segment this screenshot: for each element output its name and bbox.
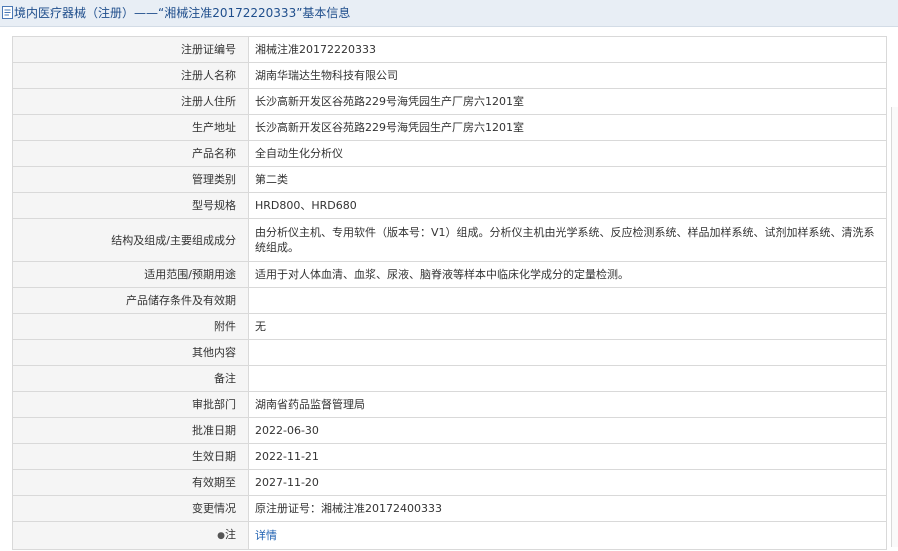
row-label: 产品名称: [12, 140, 249, 167]
table-row: 变更情况 原注册证号：湘械注准20172400333: [12, 495, 887, 522]
row-label: 生效日期: [12, 443, 249, 470]
row-label: 生产地址: [12, 114, 249, 141]
info-table: 注册证编号 湘械注准20172220333 注册人名称 湖南华瑞达生物科技有限公司 注册…: [12, 36, 887, 550]
note-label: 注: [225, 528, 236, 541]
row-label: 有效期至: [12, 469, 249, 496]
row-value: [248, 365, 887, 392]
row-label: 结构及组成/主要组成成分: [12, 218, 249, 262]
table-row: 产品名称 全自动生化分析仪: [12, 140, 887, 167]
row-label: 管理类别: [12, 166, 249, 193]
row-value: 2022-06-30: [248, 417, 887, 444]
table-row: 备注: [12, 365, 887, 392]
table-row: 有效期至 2027-11-20: [12, 469, 887, 496]
row-value: 湖南华瑞达生物科技有限公司: [248, 62, 887, 89]
row-value: 长沙高新开发区谷苑路229号海凭园生产厂房六1201室: [248, 114, 887, 141]
scrollbar[interactable]: [891, 107, 898, 547]
row-label: 批准日期: [12, 417, 249, 444]
details-link[interactable]: 详情: [255, 529, 277, 542]
row-label: 变更情况: [12, 495, 249, 522]
table-row: 批准日期 2022-06-30: [12, 417, 887, 444]
row-value: [248, 287, 887, 314]
table-row: 生产地址 长沙高新开发区谷苑路229号海凭园生产厂房六1201室: [12, 114, 887, 141]
table-row: 适用范围/预期用途 适用于对人体血清、血浆、尿液、脑脊液等样本中临床化学成分的定量…: [12, 261, 887, 288]
row-value: [248, 339, 887, 366]
row-label: 备注: [12, 365, 249, 392]
row-label: 附件: [12, 313, 249, 340]
table-row: 生效日期 2022-11-21: [12, 443, 887, 470]
table-row: 审批部门 湖南省药品监督管理局: [12, 391, 887, 418]
row-value: 无: [248, 313, 887, 340]
row-label: 产品储存条件及有效期: [12, 287, 249, 314]
table-row: 其他内容: [12, 339, 887, 366]
row-label: 注册人名称: [12, 62, 249, 89]
row-value: 2027-11-20: [248, 469, 887, 496]
row-label: 注册人住所: [12, 88, 249, 115]
page-title: 境内医疗器械（注册）——“湘械注准20172220333”基本信息: [14, 6, 351, 20]
row-label: 注册证编号: [12, 36, 249, 63]
row-label: 审批部门: [12, 391, 249, 418]
note-value-cell: 详情: [248, 521, 887, 550]
table-row: 注册证编号 湘械注准20172220333: [12, 36, 887, 63]
note-row: ●注 详情: [12, 521, 887, 550]
row-label: 型号规格: [12, 192, 249, 219]
table-row: 产品储存条件及有效期: [12, 287, 887, 314]
note-label-cell: ●注: [12, 521, 249, 550]
title-bar: 境内医疗器械（注册）——“湘械注准20172220333”基本信息: [0, 0, 898, 27]
row-value: 适用于对人体血清、血浆、尿液、脑脊液等样本中临床化学成分的定量检测。: [248, 261, 887, 288]
row-value: 2022-11-21: [248, 443, 887, 470]
row-value: 原注册证号：湘械注准20172400333: [248, 495, 887, 522]
row-value: 湖南省药品监督管理局: [248, 391, 887, 418]
document-icon: [2, 6, 13, 19]
row-value: 长沙高新开发区谷苑路229号海凭园生产厂房六1201室: [248, 88, 887, 115]
table-row: 型号规格 HRD800、HRD680: [12, 192, 887, 219]
table-row: 注册人名称 湖南华瑞达生物科技有限公司: [12, 62, 887, 89]
pin-icon: ●: [217, 531, 225, 541]
table-row: 附件无: [12, 313, 887, 340]
row-value: 由分析仪主机、专用软件（版本号：V1）组成。分析仪主机由光学系统、反应检测系统、…: [248, 218, 887, 262]
row-label: 适用范围/预期用途: [12, 261, 249, 288]
table-row: 结构及组成/主要组成成分 由分析仪主机、专用软件（版本号：V1）组成。分析仪主机由…: [12, 218, 887, 262]
row-value: 湘械注准20172220333: [248, 36, 887, 63]
row-value: HRD800、HRD680: [248, 192, 887, 219]
row-label: 其他内容: [12, 339, 249, 366]
table-row: 注册人住所 长沙高新开发区谷苑路229号海凭园生产厂房六1201室: [12, 88, 887, 115]
row-value: 第二类: [248, 166, 887, 193]
row-value: 全自动生化分析仪: [248, 140, 887, 167]
table-row: 管理类别 第二类: [12, 166, 887, 193]
